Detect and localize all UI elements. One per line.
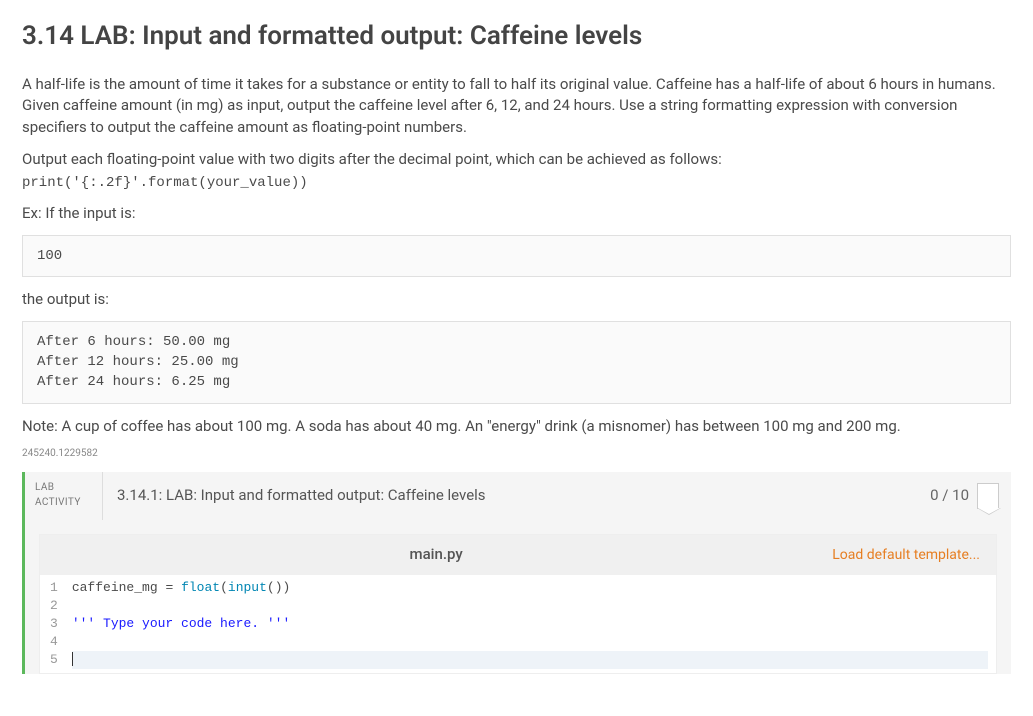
page-title: 3.14 LAB: Input and formatted output: Ca… — [22, 18, 1011, 56]
editor-toolbar: main.py Load default template... — [40, 535, 996, 575]
score-badge-icon — [977, 483, 999, 509]
load-default-template-link[interactable]: Load default template... — [832, 545, 996, 565]
intro-paragraph-2: Output each floating-point value with tw… — [22, 149, 1011, 193]
example-output-label: the output is: — [22, 289, 1011, 311]
lab-header: LAB ACTIVITY 3.14.1: LAB: Input and form… — [25, 472, 1011, 520]
lab-activity-title: 3.14.1: LAB: Input and formatted output:… — [103, 472, 930, 520]
content-hash-id: 245240.1229582 — [22, 447, 1011, 462]
example-input-label: Ex: If the input is: — [22, 203, 1011, 225]
print-example-code: print('{:.2f}'.format(your_value)) — [22, 175, 308, 191]
lab-activity-card: LAB ACTIVITY 3.14.1: LAB: Input and form… — [22, 472, 1011, 674]
code-editor-panel: main.py Load default template... 1 2 3 4… — [39, 534, 997, 674]
code-content[interactable]: caffeine_mg = float(input()) ''' Type yo… — [64, 575, 996, 673]
lab-activity-tag: LAB ACTIVITY — [25, 472, 103, 520]
intro-paragraph-1: A half-life is the amount of time it tak… — [22, 74, 1011, 139]
editor-filename: main.py — [40, 544, 832, 566]
note-paragraph: Note: A cup of coffee has about 100 mg. … — [22, 416, 1011, 438]
code-editor[interactable]: 1 2 3 4 5 caffeine_mg = float(input()) '… — [40, 575, 996, 673]
text-cursor-icon — [72, 652, 73, 666]
example-input-block: 100 — [22, 235, 1011, 277]
lab-score: 0 / 10 — [930, 472, 1011, 520]
line-number-gutter: 1 2 3 4 5 — [40, 575, 64, 673]
example-output-block: After 6 hours: 50.00 mg After 12 hours: … — [22, 321, 1011, 404]
